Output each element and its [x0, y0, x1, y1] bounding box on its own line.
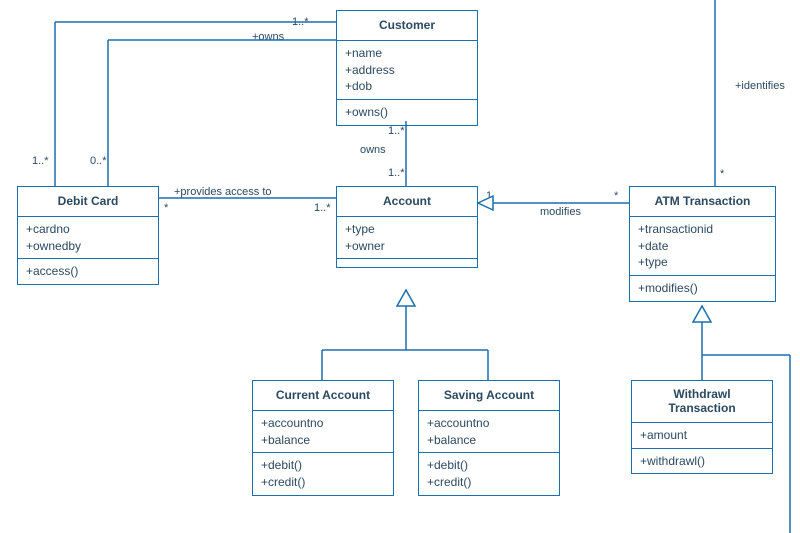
mult-label: 1..*: [388, 167, 405, 179]
mult-label: *: [720, 168, 724, 180]
attr: +transactionid: [638, 221, 767, 238]
class-attrs: +cardno +ownedby: [18, 216, 158, 259]
method: +debit(): [427, 457, 551, 474]
assoc-label: owns: [360, 144, 386, 156]
class-name: Saving Account: [419, 381, 559, 410]
class-name: ATM Transaction: [630, 187, 775, 216]
class-methods: +owns(): [337, 99, 477, 125]
attr: +cardno: [26, 221, 150, 238]
method: +debit(): [261, 457, 385, 474]
method: +access(): [26, 263, 150, 280]
class-name: Account: [337, 187, 477, 216]
class-withdrawl-transaction: Withdrawl Transaction +amount +withdrawl…: [631, 380, 773, 474]
class-attrs: +type +owner: [337, 216, 477, 259]
attr: +name: [345, 45, 469, 62]
attr: +balance: [427, 432, 551, 449]
class-methods: +access(): [18, 258, 158, 284]
mult-label: 1: [486, 190, 492, 202]
attr: +date: [638, 238, 767, 255]
class-account: Account +type +owner: [336, 186, 478, 268]
class-name: Current Account: [253, 381, 393, 410]
class-atm-transaction: ATM Transaction +transactionid +date +ty…: [629, 186, 776, 302]
class-methods: [337, 258, 477, 267]
class-methods: +withdrawl(): [632, 448, 772, 474]
method: +owns(): [345, 104, 469, 121]
mult-label: 1..*: [292, 16, 309, 28]
class-methods: +modifies(): [630, 275, 775, 301]
class-name: Customer: [337, 11, 477, 40]
class-attrs: +accountno +balance: [253, 410, 393, 453]
class-methods: +debit() +credit(): [419, 452, 559, 495]
attr: +type: [638, 254, 767, 271]
assoc-label: +owns: [252, 31, 284, 43]
method: +withdrawl(): [640, 453, 764, 470]
mult-label: 0..*: [90, 155, 107, 167]
attr: +owner: [345, 238, 469, 255]
attr: +balance: [261, 432, 385, 449]
class-attrs: +amount: [632, 422, 772, 448]
assoc-label: +provides access to: [174, 186, 272, 198]
attr: +ownedby: [26, 238, 150, 255]
class-methods: +debit() +credit(): [253, 452, 393, 495]
class-attrs: +transactionid +date +type: [630, 216, 775, 275]
mult-label: 1..*: [388, 125, 405, 137]
method: +credit(): [427, 474, 551, 491]
assoc-label: modifies: [540, 206, 581, 218]
assoc-label: +identifies: [735, 80, 785, 92]
attr: +type: [345, 221, 469, 238]
mult-label: 1..*: [32, 155, 49, 167]
class-name: Withdrawl Transaction: [632, 381, 772, 422]
mult-label: *: [614, 190, 618, 202]
attr: +accountno: [427, 415, 551, 432]
attr: +amount: [640, 427, 764, 444]
class-current-account: Current Account +accountno +balance +deb…: [252, 380, 394, 496]
class-name: Debit Card: [18, 187, 158, 216]
attr: +address: [345, 62, 469, 79]
class-saving-account: Saving Account +accountno +balance +debi…: [418, 380, 560, 496]
class-attrs: +accountno +balance: [419, 410, 559, 453]
class-debit-card: Debit Card +cardno +ownedby +access(): [17, 186, 159, 285]
attr: +accountno: [261, 415, 385, 432]
mult-label: *: [164, 202, 168, 214]
class-customer: Customer +name +address +dob +owns(): [336, 10, 478, 126]
attr: +dob: [345, 78, 469, 95]
class-attrs: +name +address +dob: [337, 40, 477, 99]
method: +credit(): [261, 474, 385, 491]
method: +modifies(): [638, 280, 767, 297]
mult-label: 1..*: [314, 202, 331, 214]
